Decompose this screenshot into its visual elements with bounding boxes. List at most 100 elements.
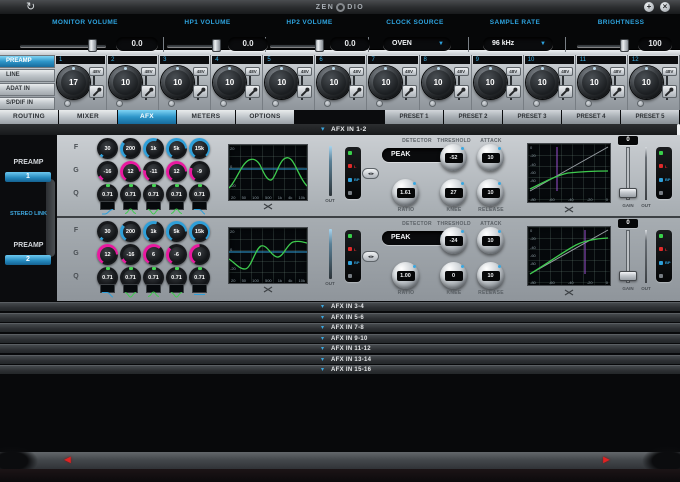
gain-knob[interactable]: 17 xyxy=(57,66,90,99)
bell-filter-icon[interactable] xyxy=(169,201,184,214)
collapsed-afx-bar[interactable]: ▾ AFX IN 3-4 xyxy=(0,302,680,311)
low-shelf-filter-icon[interactable] xyxy=(100,201,115,215)
gain-knob[interactable]: 10 xyxy=(473,66,507,99)
window-move-icon[interactable]: + xyxy=(644,2,654,12)
preamp2-select-button[interactable]: 2 xyxy=(5,255,51,265)
mic-line-button[interactable] xyxy=(453,85,469,98)
afx-channel-header[interactable]: ▾ AFX IN 1-2 xyxy=(0,124,680,135)
phantom-power-button[interactable]: 48V xyxy=(297,67,313,76)
mic-line-button[interactable] xyxy=(245,85,261,98)
gain-knob[interactable]: 10 xyxy=(525,66,559,99)
indicator-light[interactable]: BP xyxy=(659,260,672,265)
phantom-power-button[interactable]: 48V xyxy=(401,67,417,76)
eq-freq-knob[interactable]: 200 xyxy=(120,138,141,159)
gain-knob[interactable]: 10 xyxy=(421,66,455,99)
pad-toggle[interactable] xyxy=(532,100,540,107)
eq-freq-knob[interactable]: 30 xyxy=(97,138,118,159)
phantom-power-button[interactable]: 48V xyxy=(505,67,521,76)
window-close-icon[interactable]: × xyxy=(660,2,670,12)
attack-knob[interactable]: 10 xyxy=(477,227,504,254)
scroll-left-arrow-icon[interactable]: ◄ xyxy=(62,452,73,469)
mic-line-button[interactable] xyxy=(349,85,365,98)
gain-knob[interactable]: 10 xyxy=(109,66,143,99)
low-shelf-filter-icon[interactable] xyxy=(100,284,115,298)
phantom-power-button[interactable]: 48V xyxy=(89,67,105,76)
gain-knob[interactable]: 10 xyxy=(161,66,195,99)
knee-knob[interactable]: 27 xyxy=(440,179,467,206)
eq-gain-knob[interactable]: -11 xyxy=(143,161,164,182)
ratio-knob[interactable]: 1.00 xyxy=(392,262,419,289)
preset-button[interactable]: PRESET 2 xyxy=(444,110,502,124)
eq-freq-knob[interactable]: 15k xyxy=(189,221,210,242)
mic-line-button[interactable] xyxy=(141,85,157,98)
pad-toggle[interactable] xyxy=(376,100,384,107)
threshold-knob[interactable]: -52 xyxy=(440,144,467,171)
brightness-handle[interactable] xyxy=(620,39,629,52)
pad-toggle[interactable] xyxy=(480,100,488,107)
attack-knob[interactable]: 10 xyxy=(477,144,504,171)
channel-link-button[interactable]: ◄► xyxy=(362,168,379,179)
notch-filter-icon[interactable] xyxy=(169,284,184,298)
phantom-power-button[interactable]: 48V xyxy=(609,67,625,76)
bell-filter-icon[interactable] xyxy=(123,201,138,214)
collapsed-afx-bar[interactable]: ▾ AFX IN 9-10 xyxy=(0,333,680,343)
pad-toggle[interactable] xyxy=(116,100,124,107)
indicator-light[interactable] xyxy=(348,190,361,195)
phantom-power-button[interactable]: 48V xyxy=(557,67,573,76)
input-tab[interactable]: LINE xyxy=(0,69,55,82)
eq-freq-knob[interactable]: 200 xyxy=(120,221,141,242)
eq-gain-knob[interactable]: -16 xyxy=(97,161,118,182)
mic-line-button[interactable] xyxy=(193,85,209,98)
gain-knob[interactable]: 10 xyxy=(317,66,351,99)
eq-gain-knob[interactable]: -16 xyxy=(120,244,141,265)
pad-toggle[interactable] xyxy=(168,100,176,107)
collapsed-afx-bar[interactable]: ▾ AFX IN 5-6 xyxy=(0,312,680,322)
mic-line-button[interactable] xyxy=(297,85,313,98)
monitor-volume-handle[interactable] xyxy=(88,39,97,52)
channel-link-button[interactable]: ◄► xyxy=(362,251,379,262)
phantom-power-button[interactable]: 48V xyxy=(141,67,157,76)
stereo-link-button[interactable]: STEREO LINK xyxy=(0,211,57,217)
eq-gain-knob[interactable]: 12 xyxy=(166,161,187,182)
eq-freq-knob[interactable]: 30 xyxy=(97,221,118,242)
indicator-light[interactable]: L xyxy=(659,247,672,252)
indicator-light[interactable]: L xyxy=(659,164,672,169)
main-tab[interactable]: MIXER xyxy=(59,110,117,124)
band-filter-icon[interactable] xyxy=(192,284,207,295)
hp1-volume-handle[interactable] xyxy=(212,39,221,52)
mic-line-button[interactable] xyxy=(609,85,625,98)
release-knob[interactable]: 10 xyxy=(477,179,504,206)
phantom-power-button[interactable]: 48V xyxy=(453,67,469,76)
preset-button[interactable]: PRESET 5 xyxy=(621,110,679,124)
preamp1-select-button[interactable]: 1 xyxy=(5,172,51,182)
eq-gain-knob[interactable]: -9 xyxy=(189,161,210,182)
collapsed-afx-bar[interactable]: ▾ AFX IN 11-12 xyxy=(0,344,680,353)
eq-freq-knob[interactable]: 15k xyxy=(189,138,210,159)
gain-knob[interactable]: 10 xyxy=(369,66,403,99)
clock-source-dropdown[interactable]: OVEN ▼ xyxy=(383,37,451,51)
mic-line-button[interactable] xyxy=(401,85,417,98)
input-tab[interactable]: ADAT IN xyxy=(0,83,55,96)
phantom-power-button[interactable]: 48V xyxy=(245,67,261,76)
mic-line-button[interactable] xyxy=(505,85,521,98)
indicator-light[interactable]: L xyxy=(348,164,361,169)
edit-tools-icon[interactable] xyxy=(263,203,273,210)
mic-line-button[interactable] xyxy=(661,85,677,98)
knee-knob[interactable]: 0 xyxy=(440,262,467,289)
input-tab[interactable]: S/PDIF IN xyxy=(0,97,55,110)
pad-toggle[interactable] xyxy=(64,100,71,107)
release-knob[interactable]: 10 xyxy=(477,262,504,289)
collapsed-afx-bar[interactable]: ▾ AFX IN 13-14 xyxy=(0,354,680,364)
collapsed-afx-bar[interactable]: ▾ AFX IN 7-8 xyxy=(0,323,680,332)
indicator-light[interactable]: L xyxy=(348,247,361,252)
preset-button[interactable]: PRESET 4 xyxy=(562,110,620,124)
indicator-light[interactable]: BP xyxy=(348,177,361,182)
eq-gain-knob[interactable]: 6 xyxy=(143,244,164,265)
indicator-light[interactable] xyxy=(659,234,672,239)
mic-line-button[interactable] xyxy=(557,85,573,98)
phantom-power-button[interactable]: 48V xyxy=(349,67,365,76)
main-tab[interactable]: AFX xyxy=(118,110,176,124)
scroll-right-arrow-icon[interactable]: ► xyxy=(601,452,612,469)
indicator-light[interactable] xyxy=(659,273,672,278)
high-cut-filter-icon[interactable] xyxy=(192,201,207,215)
